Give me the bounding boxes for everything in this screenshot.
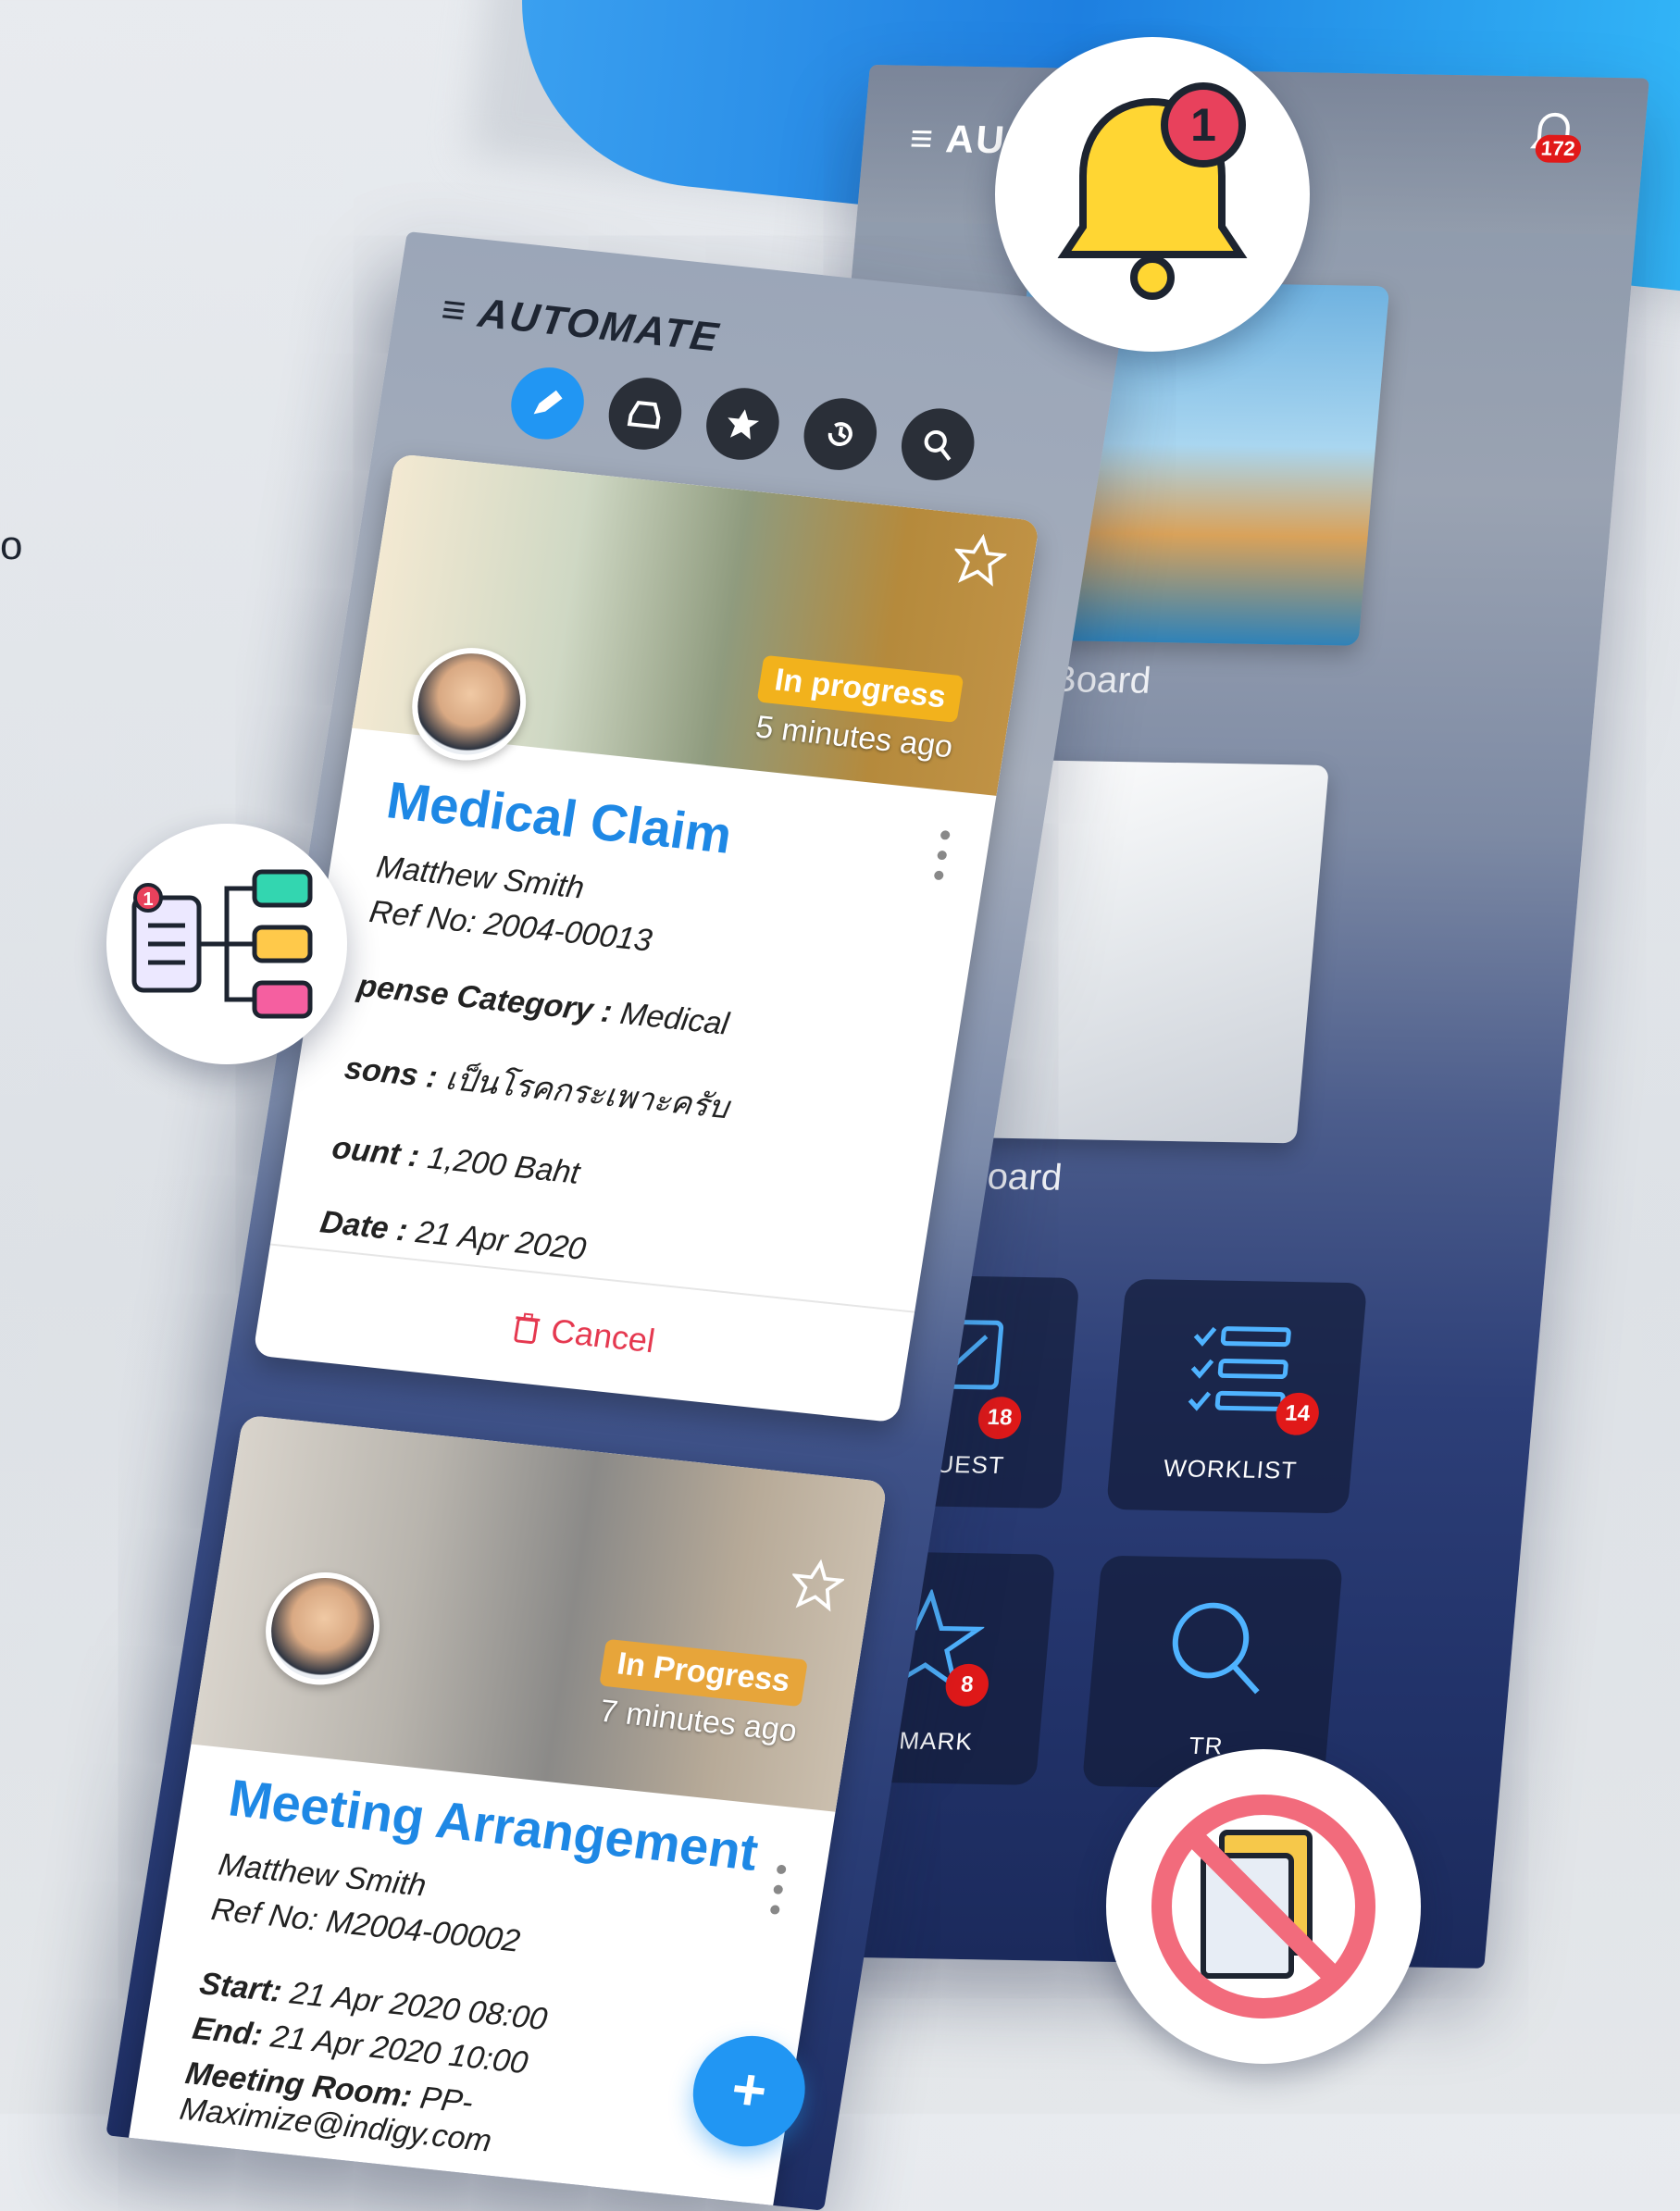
trash-icon [514,1312,541,1345]
tile-worklist-label: WORKLIST [1162,1454,1299,1484]
flow-badge-count: 1 [143,889,153,910]
cancel-label: Cancel [548,1311,658,1360]
back-app-title: ≡ AU [908,116,1008,162]
menu-icon[interactable]: ≡ [908,117,948,160]
tab-inbox[interactable] [604,374,687,453]
edge-glyph: o [0,523,23,568]
notification-bubble: 1 [995,37,1310,352]
history-icon [828,422,852,446]
toolbar [505,364,980,484]
tab-create[interactable] [505,364,590,443]
notification-bell[interactable]: 172 [1525,108,1582,164]
inbox-icon [627,401,661,429]
request-card[interactable]: In progress 5 minutes ago Medical Claim … [252,453,1040,1423]
tab-favorite[interactable] [701,384,785,464]
app-header: ≡ AUTOMATE [438,287,723,362]
search-icon [924,429,952,461]
tab-history[interactable] [798,394,882,474]
bell-icon: 1 [1057,82,1248,300]
tab-search[interactable] [896,404,980,484]
magnifier-icon [1172,1602,1260,1695]
star-icon [728,409,760,440]
bell-badge-count: 1 [1190,99,1216,151]
pencil-icon [533,390,563,415]
no-paper-bubble [1106,1749,1421,2064]
app-title: AUTOMATE [475,290,723,361]
workflow-bubble: 1 [106,824,347,1064]
favorite-star-icon[interactable] [788,1557,847,1613]
tile-worklist[interactable]: 14 WORKLIST [1105,1278,1368,1514]
workflow-icon: 1 [131,869,313,1019]
favorite-star-icon[interactable] [950,531,1009,588]
card-body: Medical Claim Matthew Smith Ref No: 2004… [270,728,997,1312]
notification-badge: 172 [1534,134,1582,164]
no-paper-icon [1151,1795,1375,2018]
